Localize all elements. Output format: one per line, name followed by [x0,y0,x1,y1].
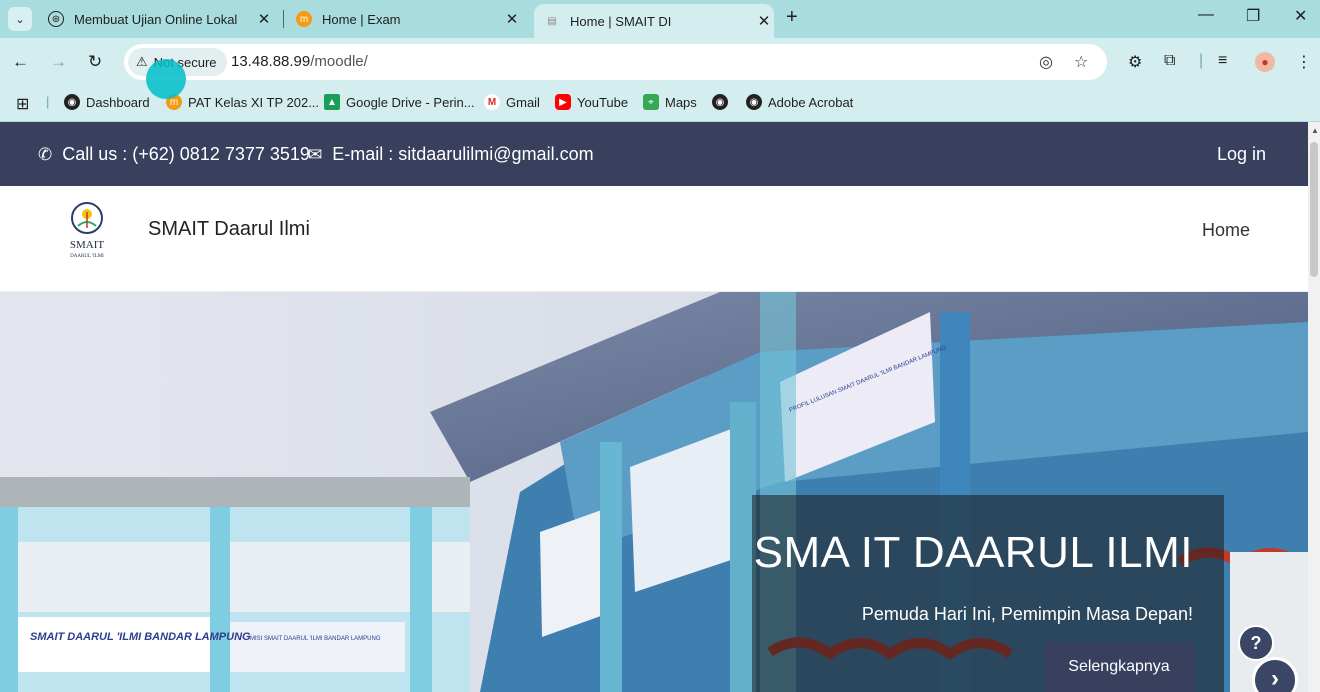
tab-active[interactable]: ▤ Home | SMAIT DI ✕ [534,4,774,38]
contact-phone: ✆ Call us : (+62) 0812 7377 3519 [38,144,310,164]
apps-grid-icon[interactable]: ⊞ [16,94,29,114]
tab-1[interactable]: ⊛ Membuat Ujian Online Lokal ✕ [48,0,274,38]
svg-text:MISI SMAIT DAARUL 'ILMI BANDAR: MISI SMAIT DAARUL 'ILMI BANDAR LAMPUNG [250,636,381,642]
puzzle-icon[interactable]: ⧉ [1164,52,1175,70]
forward-arrow-icon[interactable]: → [50,52,67,72]
bookmark-adobe-acrobat[interactable]: ◉ Adobe Acrobat [746,94,853,110]
url-text[interactable]: 13.48.88.99/moodle/ [231,53,368,70]
back-arrow-icon[interactable]: ← [12,52,29,72]
menu-dots-icon[interactable]: ⋮ [1296,52,1312,72]
restore-icon[interactable]: ❐ [1246,6,1260,26]
hero-title: SMA IT DAARUL ILMI [753,528,1193,577]
help-button[interactable]: ? [1238,625,1274,661]
profile-avatar[interactable]: ● [1255,52,1275,72]
url-path: /moodle/ [310,53,368,70]
bookmark-divider: | [46,94,50,109]
hero-subtitle: Pemuda Hari Ini, Pemimpin Masa Depan! [861,604,1193,624]
nav-home-link[interactable]: Home [1202,220,1250,241]
close-icon[interactable]: ✕ [754,12,774,30]
school-logo[interactable]: SMAIT DAARUL 'ILMI [62,200,112,262]
tab-search-button[interactable]: ⌄ [8,7,32,31]
contact-topbar: ✆ Call us : (+62) 0812 7377 3519 ✉ E-mai… [0,122,1308,186]
envelope-icon: ✉ [308,144,323,164]
bookmark-google-drive[interactable]: ▲ Google Drive - Perin... [324,94,475,110]
bookmarks-bar: ⊞ | ◉ Dashboard m PAT Kelas XI TP 202...… [0,86,1320,122]
svg-text:SMAIT DAARUL 'ILMI BANDAR LAMP: SMAIT DAARUL 'ILMI BANDAR LAMPUNG [30,631,251,643]
warning-icon: ⚠ [136,54,148,69]
page-viewport: ✆ Call us : (+62) 0812 7377 3519 ✉ E-mai… [0,122,1308,692]
svg-text:SMAIT: SMAIT [70,239,105,251]
address-bar[interactable]: ⚠ Not secure 13.48.88.99/moodle/ ◎ ☆ [124,44,1107,80]
browser-toolbar: ← → ↻ ⚠ Not secure 13.48.88.99/moodle/ ◎… [0,38,1320,86]
scroll-up-icon[interactable]: ▲ [1311,126,1319,135]
window-close-icon[interactable]: ✕ [1294,6,1307,26]
reading-list-icon[interactable]: ≡ [1218,52,1227,70]
bookmark-dashboard[interactable]: ◉ Dashboard [64,94,150,110]
bookmark-gmail[interactable]: M Gmail [484,94,540,110]
new-tab-button[interactable]: + [786,6,798,29]
hero-banner: SMAIT DAARUL 'ILMI BANDAR LAMPUNG MISI S… [0,292,1308,692]
tab-separator [283,10,284,28]
page-scrollbar[interactable]: ▲ [1308,122,1320,692]
page-icon: ▤ [547,15,557,27]
close-icon[interactable]: ✕ [254,10,274,28]
close-icon[interactable]: ✕ [502,10,522,28]
chevron-down-icon: ⌄ [15,13,25,26]
globe-icon: ◉ [64,94,80,110]
bookmark-maps[interactable]: ⌖ Maps [643,94,697,110]
scrollbar-thumb[interactable] [1310,142,1318,277]
contact-email: ✉ E-mail : sitdaarulilmi@gmail.com [308,144,594,164]
globe-icon: ◉ [712,94,728,110]
star-icon[interactable]: ☆ [1074,52,1088,72]
bookmark-globe[interactable]: ◉ [712,94,734,110]
reload-icon[interactable]: ↻ [88,52,102,72]
tab-title: Home | SMAIT DI [570,13,672,29]
bookmark-youtube[interactable]: ▶ YouTube [555,94,628,110]
tab-title: Membuat Ujian Online Lokal [74,11,238,27]
login-link[interactable]: Log in [1217,144,1266,165]
openai-icon: ⊛ [48,11,64,27]
maps-icon: ⌖ [643,94,659,110]
moodle-icon: m [296,11,312,27]
drive-icon: ▲ [324,94,340,110]
url-host: 13.48.88.99 [231,53,311,70]
youtube-icon: ▶ [555,94,571,110]
cursor-highlight [146,59,186,99]
site-header: SMAIT DAARUL 'ILMI SMAIT Daarul Ilmi Hom… [0,186,1308,292]
tab-title: Home | Exam [322,11,401,27]
bookmark-pat[interactable]: m PAT Kelas XI TP 202... [166,94,319,110]
eye-off-icon[interactable]: ◎ [1039,52,1053,72]
toolbar-divider: | [1199,52,1204,69]
site-name[interactable]: SMAIT Daarul Ilmi [148,218,310,241]
minimize-icon[interactable]: — [1198,6,1214,24]
phone-icon: ✆ [38,144,53,164]
gmail-icon: M [484,94,500,110]
read-more-button[interactable]: Selengkapnya [1044,642,1194,692]
tab-strip: ⌄ ⊛ Membuat Ujian Online Lokal ✕ m Home … [0,0,1320,38]
svg-text:DAARUL 'ILMI: DAARUL 'ILMI [70,254,104,259]
tab-2[interactable]: m Home | Exam ✕ [296,0,522,38]
globe-icon: ◉ [746,94,762,110]
extension-badge-icon[interactable]: ⚙ [1128,52,1142,72]
